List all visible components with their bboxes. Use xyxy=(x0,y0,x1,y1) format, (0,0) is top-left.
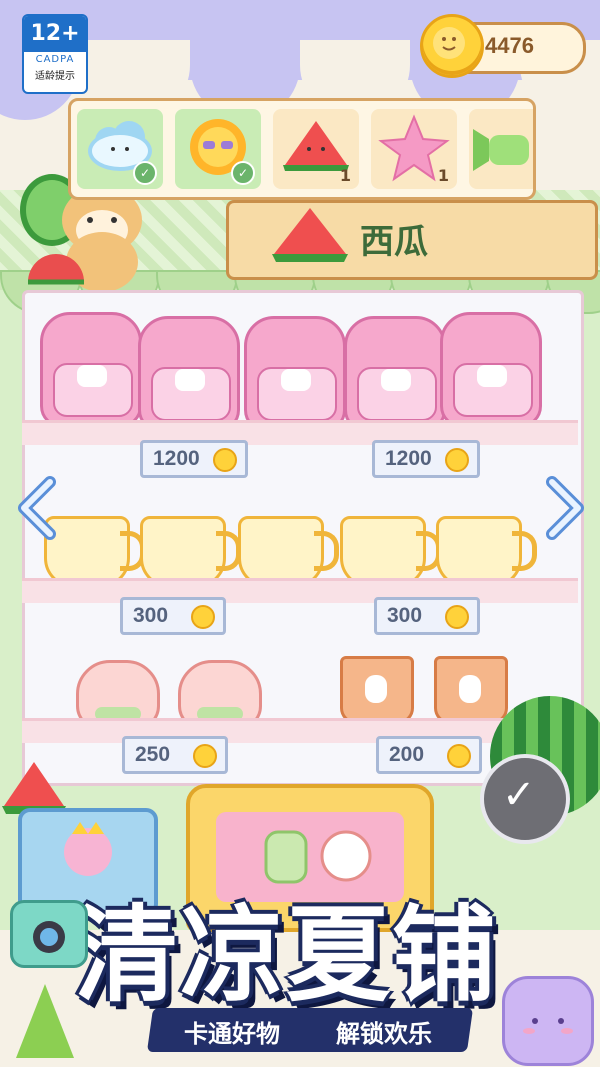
candy-icon xyxy=(473,129,529,171)
price-tag: 1200 xyxy=(372,440,480,478)
coin-icon xyxy=(445,605,469,629)
price-value: 1200 xyxy=(385,447,432,470)
price-tag: 200 xyxy=(376,736,482,774)
age-rating-number: 12+ xyxy=(24,16,86,52)
price-value: 1200 xyxy=(153,447,200,470)
camera-decoration xyxy=(10,900,88,968)
backpack-item[interactable] xyxy=(244,316,346,432)
selector-item-cloud[interactable]: ✓ xyxy=(77,109,163,189)
shelf xyxy=(22,578,578,603)
selector-item-star[interactable]: 1 xyxy=(371,109,457,189)
price-tag: 300 xyxy=(374,597,480,635)
age-rating-org: CADPA xyxy=(35,54,75,65)
price-value: 250 xyxy=(135,743,171,766)
category-label: 西瓜 xyxy=(360,222,428,262)
promo-sub-right: 解锁欢乐 xyxy=(336,1020,432,1048)
coin-icon xyxy=(213,448,237,472)
backpack-item[interactable] xyxy=(40,312,142,428)
price-tag: 250 xyxy=(122,736,228,774)
age-rating-tip: 适龄提示 xyxy=(35,71,75,82)
item-count: 1 xyxy=(437,166,449,185)
chevron-left-icon[interactable] xyxy=(16,476,62,540)
confirm-button[interactable]: ✓ xyxy=(480,754,570,844)
shelf xyxy=(22,420,578,445)
coin-icon xyxy=(193,744,217,768)
promo-title: 清凉夏铺 xyxy=(74,894,499,1016)
check-icon: ✓ xyxy=(502,772,536,818)
backpack-item[interactable] xyxy=(440,312,542,428)
promo-sub-left: 卡通好物 xyxy=(184,1020,280,1048)
backpack-item[interactable] xyxy=(344,316,446,432)
price-value: 200 xyxy=(389,743,425,766)
cat-plush-decoration xyxy=(502,976,594,1066)
category-banner: 西瓜 xyxy=(226,200,598,280)
price-tag: 300 xyxy=(120,597,226,635)
coin-icon xyxy=(445,448,469,472)
selector-item-watermelon[interactable]: 1 xyxy=(273,109,359,189)
watermelon-slice-decoration xyxy=(0,756,70,816)
rabbit-cup-item[interactable] xyxy=(340,656,414,724)
coin-icon xyxy=(420,14,484,78)
item-selector: ✓ ✓ 1 1 xyxy=(68,98,536,200)
chevron-right-icon[interactable] xyxy=(540,476,586,540)
price-value: 300 xyxy=(133,604,169,627)
price-value: 300 xyxy=(387,604,423,627)
coin-icon xyxy=(191,605,215,629)
backpack-item[interactable] xyxy=(138,316,240,432)
rabbit-cup-item[interactable] xyxy=(434,656,508,724)
owned-check-icon: ✓ xyxy=(231,161,255,185)
coin-value: 4476 xyxy=(485,33,534,58)
selector-item-candy[interactable] xyxy=(469,109,533,189)
age-rating-badge: 12+ CADPA 适龄提示 xyxy=(22,14,88,94)
owned-check-icon: ✓ xyxy=(133,161,157,185)
coin-icon xyxy=(447,744,471,768)
price-tag: 1200 xyxy=(140,440,248,478)
item-count: 1 xyxy=(339,166,351,185)
selector-item-sun[interactable]: ✓ xyxy=(175,109,261,189)
watermelon-slice-icon xyxy=(272,208,348,262)
